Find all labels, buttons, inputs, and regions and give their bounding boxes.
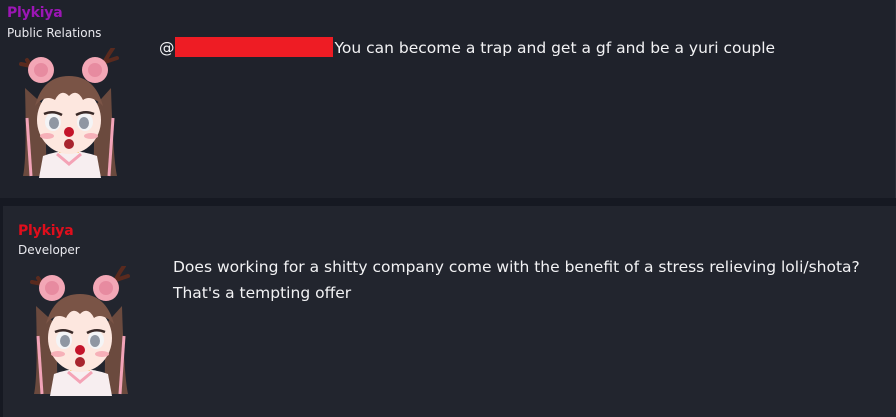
avatar[interactable] (28, 266, 140, 396)
author-name[interactable]: Plykiya (7, 5, 63, 21)
mention-prefix[interactable]: @ (159, 39, 175, 57)
redacted-mention (174, 37, 333, 57)
post: Plykiya Public Relations @ You can becom… (0, 0, 896, 198)
author-role: Developer (18, 243, 80, 257)
post: Plykiya Developer Does working for a shi… (3, 206, 896, 417)
author-role: Public Relations (7, 26, 102, 40)
message-body: @ You can become a trap and get a gf and … (159, 35, 775, 61)
author-name[interactable]: Plykiya (18, 223, 74, 239)
message-body: Does working for a shitty company come w… (173, 254, 860, 306)
message-line: That's a tempting offer (173, 284, 352, 302)
message-line: Does working for a shitty company come w… (173, 258, 860, 276)
avatar[interactable] (17, 48, 129, 178)
message-text: You can become a trap and get a gf and b… (334, 39, 776, 57)
